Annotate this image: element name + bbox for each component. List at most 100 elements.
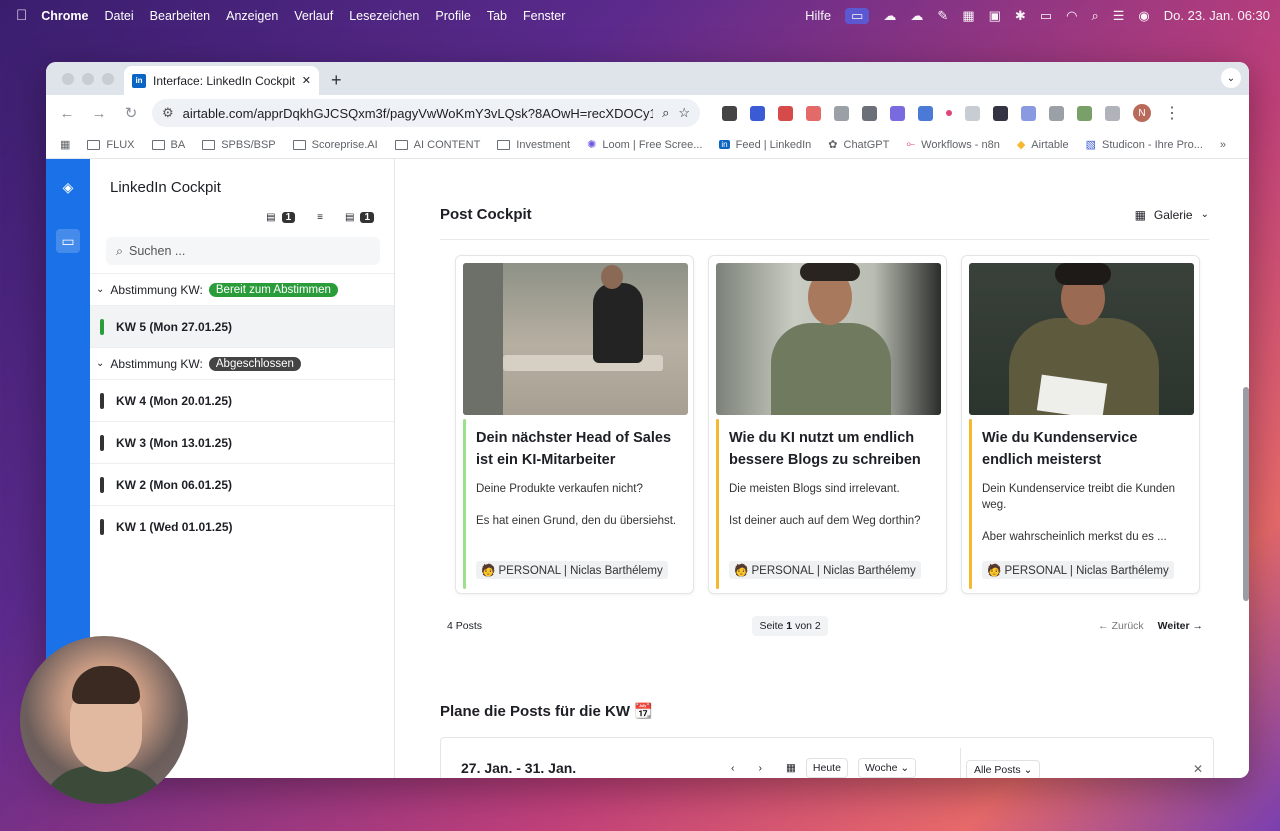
extension-icon[interactable]	[862, 105, 877, 121]
extension-icon[interactable]	[722, 105, 737, 121]
extension-icon[interactable]	[834, 105, 849, 121]
group-view-button[interactable]: ▤ 1	[345, 212, 374, 223]
search-icon[interactable]: ⌕	[1091, 8, 1098, 24]
extension-icon[interactable]	[993, 105, 1008, 121]
puzzle-icon[interactable]	[1105, 105, 1120, 121]
bookmark-investment[interactable]: Investment	[497, 139, 570, 151]
filter-button[interactable]: ≡	[317, 212, 323, 223]
profile-avatar[interactable]: N	[1133, 104, 1151, 122]
group-header-ready[interactable]: ⌄ Abstimmung KW: Bereit zum Abstimmen	[90, 273, 394, 305]
chevron-down-icon[interactable]: ⌄	[96, 284, 104, 295]
menu-dots-icon[interactable]: ⋮	[1164, 103, 1180, 123]
window-controls[interactable]	[62, 73, 114, 85]
screen-share-icon[interactable]: ▭	[845, 7, 870, 24]
gear-icon[interactable]: ✱	[1015, 8, 1026, 24]
bookmark-star-icon[interactable]: ☆	[678, 105, 690, 121]
bookmark-scoreprise[interactable]: Scoreprise.AI	[292, 139, 378, 151]
search-input[interactable]: ⌕ Suchen ...	[106, 237, 380, 265]
grid-icon[interactable]: ▦	[962, 8, 974, 24]
bookmark-studicon[interactable]: ▧ Studicon - Ihre Pro...	[1086, 138, 1203, 152]
today-button[interactable]: Heute	[805, 758, 848, 778]
apps-grid-icon[interactable]: ▦	[60, 138, 70, 151]
group-header-closed[interactable]: ⌄ Abstimmung KW: Abgeschlossen	[90, 347, 394, 379]
cloud-icon[interactable]: ☁	[883, 8, 896, 24]
extension-icon[interactable]	[1021, 105, 1036, 121]
menu-profile[interactable]: Profile	[435, 9, 470, 23]
bookmark-linkedin[interactable]: in Feed | LinkedIn	[719, 139, 811, 151]
bookmark-ba[interactable]: BA	[151, 139, 185, 151]
min-light[interactable]	[82, 73, 94, 85]
extension-icon[interactable]	[806, 105, 821, 121]
max-light[interactable]	[102, 73, 114, 85]
control-center-icon[interactable]: ☰	[1113, 8, 1125, 24]
pen-icon[interactable]: ✎	[937, 8, 948, 24]
tab-close-icon[interactable]: ✕	[302, 74, 311, 87]
site-info-icon[interactable]: ⚙	[162, 105, 174, 121]
url-text[interactable]: airtable.com/apprDqkhGJCSQxm3f/pagyVwWoK…	[183, 106, 653, 121]
datetime[interactable]: Do. 23. Jan. 06:30	[1164, 8, 1270, 23]
view-switcher[interactable]: ▦ Galerie ⌄	[1135, 208, 1209, 222]
bookmark-chatgpt[interactable]: ✿ ChatGPT	[828, 138, 889, 152]
address-bar[interactable]: ⚙ airtable.com/apprDqkhGJCSQxm3f/pagyVwW…	[152, 99, 700, 127]
bookmark-ai-content[interactable]: AI CONTENT	[394, 139, 480, 151]
extension-icon[interactable]	[890, 105, 905, 121]
list-item[interactable]: KW 5 (Mon 27.01.25)	[90, 305, 394, 347]
new-tab-button[interactable]: +	[331, 70, 342, 91]
menu-tab[interactable]: Tab	[487, 9, 507, 23]
close-icon[interactable]: ✕	[1193, 762, 1203, 776]
menu-hilfe[interactable]: Hilfe	[805, 8, 831, 23]
back-icon[interactable]: ←	[56, 105, 78, 122]
chevron-left-icon[interactable]: ‹	[731, 762, 735, 774]
next-page-button[interactable]: Weiter →	[1158, 620, 1203, 632]
airtable-logo-icon[interactable]: ◈	[56, 175, 80, 199]
week-select[interactable]: Woche ⌄	[857, 758, 917, 778]
more-bookmarks-icon[interactable]: »	[1220, 139, 1226, 151]
zoom-icon[interactable]: ⌕	[662, 105, 669, 121]
list-item[interactable]: KW 3 (Mon 13.01.25)	[90, 421, 394, 463]
forward-icon[interactable]: →	[88, 105, 110, 122]
extension-icon[interactable]	[750, 105, 765, 121]
posts-filter-select[interactable]: Alle Posts ⌄	[966, 760, 1041, 778]
battery-icon[interactable]: ▭	[1040, 8, 1052, 24]
list-item[interactable]: KW 4 (Mon 20.01.25)	[90, 379, 394, 421]
menu-lesezeichen[interactable]: Lesezeichen	[349, 9, 419, 23]
tab-active[interactable]: in Interface: LinkedIn Cockpit - ✕	[124, 66, 319, 95]
calendar-icon[interactable]: ▦	[786, 762, 796, 774]
bookmark-loom[interactable]: ✺ Loom | Free Scree...	[587, 138, 702, 152]
wifi-icon[interactable]: ◠	[1066, 8, 1077, 24]
menu-fenster[interactable]: Fenster	[523, 9, 565, 23]
bookmark-airtable[interactable]: ◆ Airtable	[1017, 138, 1069, 152]
bookmark-flux[interactable]: FLUX	[87, 139, 135, 151]
chevron-right-icon[interactable]: ›	[759, 762, 763, 774]
extension-icon[interactable]	[778, 105, 793, 121]
tab-search-icon[interactable]: ⌄	[1221, 68, 1241, 88]
folder-nav-icon[interactable]: ▭	[56, 229, 80, 253]
close-light[interactable]	[62, 73, 74, 85]
menu-verlauf[interactable]: Verlauf	[294, 9, 333, 23]
siri-icon[interactable]: ◉	[1138, 8, 1149, 24]
app-icon[interactable]: ▣	[989, 8, 1001, 24]
chevron-down-icon[interactable]: ⌄	[96, 358, 104, 369]
extension-icon[interactable]	[946, 110, 952, 116]
list-item[interactable]: KW 2 (Mon 06.01.25)	[90, 463, 394, 505]
menu-app-name[interactable]: Chrome	[41, 9, 88, 23]
post-card[interactable]: Dein nächster Head of Sales ist ein KI-M…	[455, 255, 694, 594]
previous-page-button[interactable]: ← Zurück	[1098, 620, 1144, 632]
post-card[interactable]: Wie du KI nutzt um endlich bessere Blogs…	[708, 255, 947, 594]
menu-datei[interactable]: Datei	[104, 9, 133, 23]
menu-anzeigen[interactable]: Anzeigen	[226, 9, 278, 23]
list-item[interactable]: KW 1 (Wed 01.01.25)	[90, 505, 394, 547]
bookmark-n8n[interactable]: ⟜ Workflows - n8n	[906, 138, 999, 151]
apple-icon[interactable]: 	[16, 7, 27, 24]
extension-icon[interactable]	[1077, 105, 1092, 121]
menu-bearbeiten[interactable]: Bearbeiten	[150, 9, 210, 23]
extension-icon[interactable]	[965, 105, 980, 121]
extension-icon[interactable]	[1049, 105, 1064, 121]
scrollbar[interactable]	[1243, 387, 1249, 601]
cloud-icon-2[interactable]: ☁	[910, 8, 923, 24]
bookmark-spbs[interactable]: SPBS/BSP	[202, 139, 276, 151]
post-card[interactable]: Wie du Kundenservice endlich meisterst D…	[961, 255, 1200, 594]
list-view-button[interactable]: ▤ 1	[266, 212, 296, 223]
reload-icon[interactable]: ↻	[120, 104, 142, 122]
extension-icon[interactable]	[918, 105, 933, 121]
